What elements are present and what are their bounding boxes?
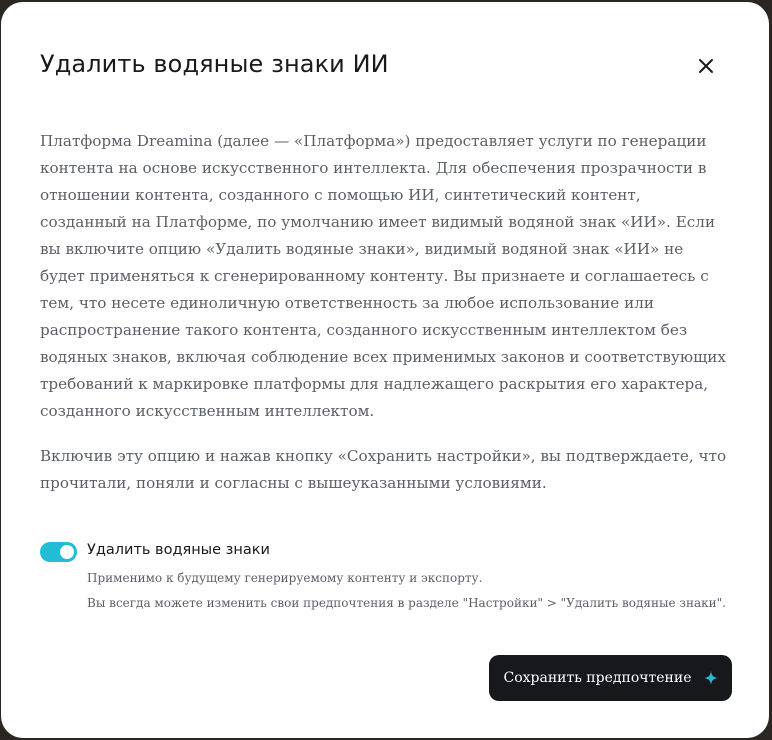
terms-paragraph: Платформа Dreamina (далее — «Платформа»)…: [40, 132, 726, 420]
close-icon: [699, 59, 713, 73]
save-preference-button[interactable]: Сохранить предпочтение: [489, 655, 732, 701]
confirmation-paragraph: Включив эту опцию и нажав кнопку «Сохран…: [40, 447, 727, 492]
remove-watermark-dialog: Удалить водяные знаки ИИ Платформа Dream…: [1, 2, 769, 738]
remove-watermark-toggle[interactable]: [40, 542, 77, 562]
toggle-knob: [60, 545, 74, 559]
toggle-hint-scope: Применимо к будущему генерируемому конте…: [87, 571, 483, 585]
toggle-hint-settings: Вы всегда можете изменить свои предпочте…: [87, 596, 726, 610]
toggle-label: Удалить водяные знаки: [87, 542, 270, 558]
dialog-title: Удалить водяные знаки ИИ: [40, 50, 389, 78]
close-button[interactable]: [694, 54, 718, 78]
sparkle-icon: [703, 671, 718, 685]
save-button-label: Сохранить предпочтение: [503, 670, 692, 686]
